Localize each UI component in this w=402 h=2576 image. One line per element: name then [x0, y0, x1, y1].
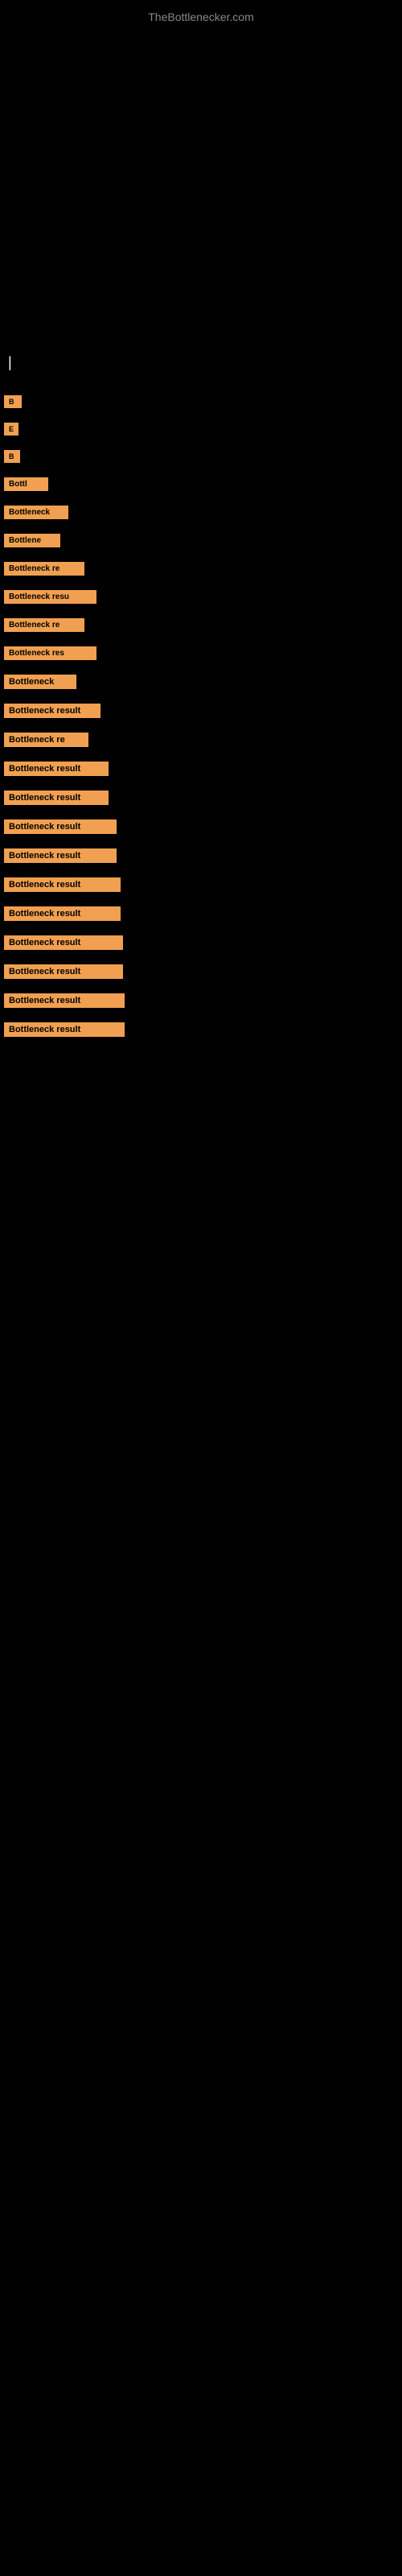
result-label: Bottleneck: [4, 506, 68, 519]
result-label: Bottleneck result: [4, 993, 125, 1008]
site-title: TheBottlenecker.com: [0, 4, 402, 30]
result-label: Bottleneck result: [4, 877, 121, 892]
list-item[interactable]: Bottleneck result: [4, 791, 398, 805]
list-item[interactable]: Bottleneck result: [4, 704, 398, 718]
cursor-indicator: |: [4, 354, 398, 371]
result-label: Bottleneck result: [4, 1022, 125, 1037]
content-area: | B E B Bottl Bottleneck Bottlene Bottleneck r…: [0, 346, 402, 1059]
list-item[interactable]: Bottleneck result: [4, 877, 398, 892]
result-label: B: [4, 395, 22, 408]
list-item[interactable]: Bottleneck res: [4, 646, 398, 660]
list-item[interactable]: E: [4, 423, 398, 436]
result-label: Bottleneck res: [4, 646, 96, 660]
list-item[interactable]: Bottleneck result: [4, 848, 398, 863]
list-item[interactable]: Bottleneck result: [4, 1022, 398, 1037]
list-item[interactable]: Bottleneck result: [4, 819, 398, 834]
result-label: Bottleneck resu: [4, 590, 96, 604]
result-label: Bottlene: [4, 534, 60, 547]
list-item[interactable]: Bottl: [4, 477, 398, 491]
result-label: Bottleneck result: [4, 762, 109, 776]
result-label: Bottleneck result: [4, 964, 123, 979]
result-label: Bottleneck result: [4, 935, 123, 950]
list-item[interactable]: B: [4, 395, 398, 408]
result-list: B E B Bottl Bottleneck Bottlene Bottleneck re B…: [4, 395, 398, 1051]
result-label: Bottleneck result: [4, 819, 117, 834]
result-label: E: [4, 423, 18, 436]
list-item[interactable]: Bottleneck re: [4, 618, 398, 632]
list-item[interactable]: Bottleneck result: [4, 762, 398, 776]
result-label: Bottleneck result: [4, 704, 100, 718]
list-item[interactable]: Bottleneck result: [4, 935, 398, 950]
list-item[interactable]: Bottlene: [4, 534, 398, 547]
list-item[interactable]: Bottleneck re: [4, 562, 398, 576]
list-item[interactable]: Bottleneck: [4, 506, 398, 519]
list-item[interactable]: Bottleneck result: [4, 993, 398, 1008]
result-label: B: [4, 450, 20, 463]
list-item[interactable]: Bottleneck resu: [4, 590, 398, 604]
list-item[interactable]: B: [4, 450, 398, 463]
result-label: Bottleneck re: [4, 733, 88, 747]
result-label: Bottleneck result: [4, 791, 109, 805]
list-item[interactable]: Bottleneck result: [4, 964, 398, 979]
result-label: Bottleneck re: [4, 562, 84, 576]
result-label: Bottleneck: [4, 675, 76, 689]
list-item[interactable]: Bottleneck: [4, 675, 398, 689]
result-label: Bottleneck result: [4, 848, 117, 863]
result-label: Bottl: [4, 477, 48, 491]
list-item[interactable]: Bottleneck result: [4, 906, 398, 921]
result-label: Bottleneck result: [4, 906, 121, 921]
result-label: Bottleneck re: [4, 618, 84, 632]
list-item[interactable]: Bottleneck re: [4, 733, 398, 747]
